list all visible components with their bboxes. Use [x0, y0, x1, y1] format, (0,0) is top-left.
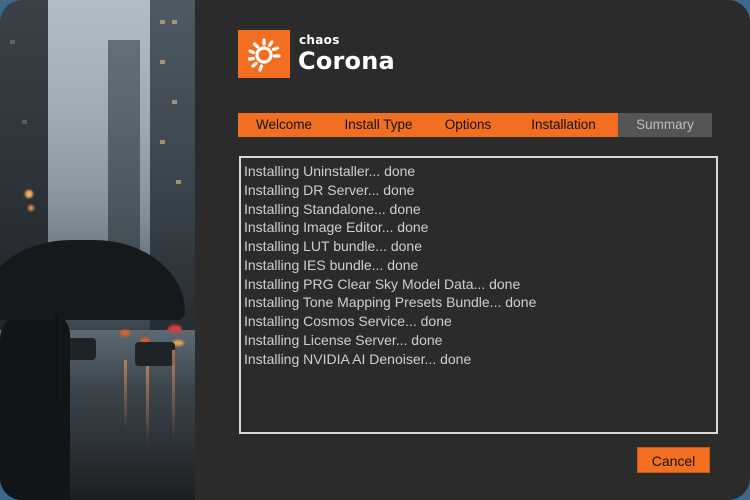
log-line: Installing Uninstaller... done: [244, 163, 416, 179]
brand-company-name: chaos: [299, 33, 340, 47]
side-photo: [0, 0, 195, 500]
cancel-button[interactable]: Cancel: [637, 447, 710, 473]
log-line: Installing NVIDIA AI Denoiser... done: [244, 350, 472, 367]
log-line: Installing License Server... done: [244, 331, 443, 348]
log-line: Installing Image Editor... done: [244, 219, 429, 236]
brand-product-name: Corona: [298, 47, 395, 75]
tab-install-type[interactable]: Install Type: [330, 113, 427, 137]
installation-log[interactable]: Installing Uninstaller... done Installin…: [239, 156, 718, 434]
log-line: Installing Cosmos Service... done: [244, 313, 452, 329]
log-line: Installing Tone Mapping Presets Bundle..…: [244, 294, 537, 311]
log-line: Installing DR Server... done: [244, 181, 415, 198]
tab-installation[interactable]: Installation: [509, 113, 618, 137]
installer-window: chaos Corona Welcome Install Type Option…: [0, 0, 750, 500]
log-line: Installing IES bundle... done: [244, 256, 419, 273]
tab-options[interactable]: Options: [427, 113, 509, 137]
corona-logo-icon: [238, 30, 290, 78]
tab-welcome[interactable]: Welcome: [238, 113, 330, 137]
log-line: Installing PRG Clear Sky Model Data... d…: [244, 275, 521, 292]
install-steps: Welcome Install Type Options Installatio…: [238, 113, 712, 137]
tab-summary[interactable]: Summary: [618, 113, 712, 137]
log-line: Installing LUT bundle... done: [244, 238, 422, 254]
log-line: Installing Standalone... done: [244, 200, 421, 217]
